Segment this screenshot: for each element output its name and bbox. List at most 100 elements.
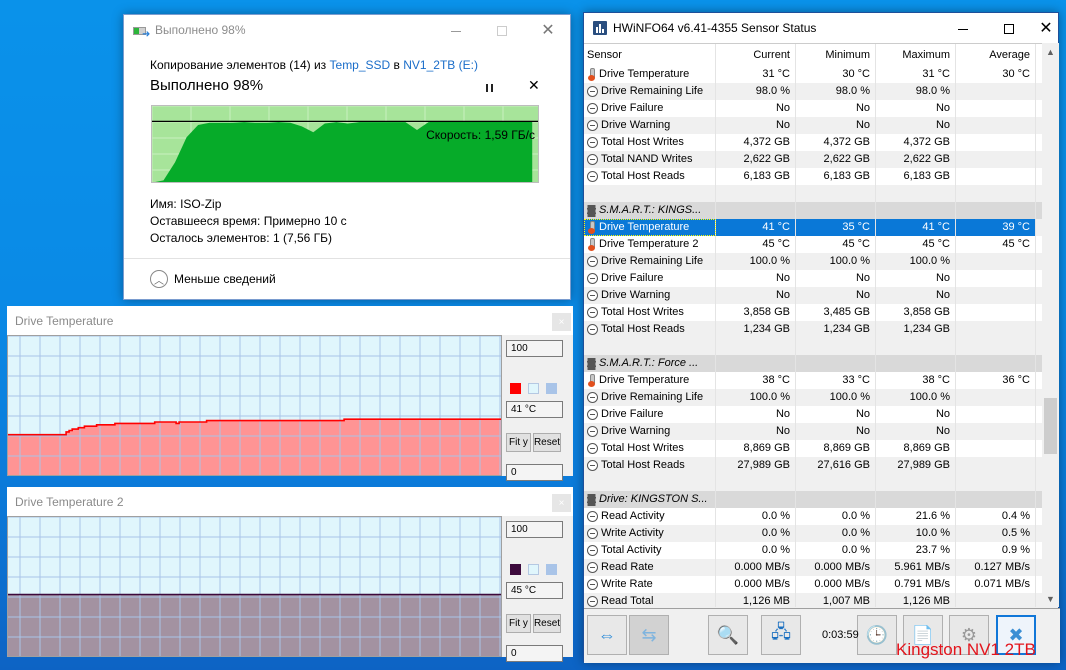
sensor-row[interactable]: Write Activity 0.0 % 0.0 % 10.0 % 0.5 % [584, 525, 1042, 542]
sensor-row[interactable]: Drive Warning No No No [584, 117, 1042, 134]
sensor-row[interactable]: Drive Failure No No No [584, 270, 1042, 287]
empty-cell [956, 474, 1036, 491]
clock-button[interactable]: 🕒 [857, 615, 897, 655]
column-header-average[interactable]: Average [956, 44, 1036, 66]
destination-drive-link[interactable]: NV1_2TB (E:) [403, 58, 478, 72]
line-color-swatch[interactable] [510, 383, 521, 394]
clock-gauge-icon [587, 596, 598, 607]
network-computers-icon: 🖧 [770, 622, 792, 642]
sensor-row[interactable]: Drive Remaining Life 100.0 % 100.0 % 100.0 … [584, 389, 1042, 406]
clock-gauge-icon [587, 256, 598, 267]
empty-cell [716, 474, 796, 491]
sensor-group-row[interactable]: Drive: KINGSTON S... [584, 491, 1042, 508]
sensor-row[interactable]: Drive Temperature 2 45 °C 45 °C 45 °C 45 °C [584, 236, 1042, 253]
minimize-button[interactable] [433, 15, 479, 47]
sensor-row[interactable]: Drive Temperature 41 °C 35 °C 41 °C 39 °C [584, 219, 1042, 236]
background-color-swatch[interactable] [528, 383, 539, 394]
sensor-name-cell: Drive Temperature [584, 372, 716, 389]
sensor-row[interactable]: Total Host Writes 4,372 GB 4,372 GB 4,372 G… [584, 134, 1042, 151]
maximum-value: No [876, 287, 956, 304]
column-header-maximum[interactable]: Maximum [876, 44, 956, 66]
column-header-current[interactable]: Current [716, 44, 796, 66]
close-button[interactable]: ✕ [1032, 13, 1060, 45]
maximum-value: 41 °C [876, 219, 956, 236]
maximize-button[interactable] [479, 15, 525, 47]
cancel-copy-button[interactable]: ✕ [528, 77, 540, 94]
line-color-swatch[interactable] [510, 564, 521, 575]
graph-close-button[interactable]: × [552, 313, 571, 331]
y-min-field[interactable]: 0 [506, 645, 563, 662]
clock-gauge-icon [587, 409, 598, 420]
sensor-rows: Drive Temperature 31 °C 30 °C 31 °C 30 °C Dri… [584, 66, 1042, 607]
grid-color-swatch[interactable] [546, 564, 557, 575]
reset-button[interactable]: Reset [533, 433, 561, 452]
sensor-search-button[interactable]: 🔍 [708, 615, 748, 655]
column-header-minimum[interactable]: Minimum [796, 44, 876, 66]
close-button[interactable]: ✕ [525, 15, 571, 47]
hwinfo-titlebar[interactable]: HWiNFO64 v6.41-4355 Sensor Status ✕ [584, 13, 1058, 43]
sensor-row[interactable]: Drive Failure No No No [584, 406, 1042, 423]
fit-y-button[interactable]: Fit y [506, 433, 531, 452]
scroll-down-icon[interactable]: ▼ [1042, 590, 1059, 607]
sensor-name-cell: Drive Remaining Life [584, 83, 716, 100]
sensor-row[interactable]: Total Host Reads 6,183 GB 6,183 GB 6,183 GB [584, 168, 1042, 185]
sensor-row[interactable]: Drive Remaining Life 98.0 % 98.0 % 98.0 % [584, 83, 1042, 100]
sensor-row[interactable]: Total Host Reads 27,989 GB 27,616 GB 27,989… [584, 457, 1042, 474]
fit-y-button[interactable]: Fit y [506, 614, 531, 633]
sensor-row[interactable]: Drive Temperature 31 °C 30 °C 31 °C 30 °C [584, 66, 1042, 83]
y-max-field[interactable]: 100 [506, 340, 563, 357]
collapse-columns-button[interactable]: ⇆ [629, 615, 669, 655]
average-value [956, 168, 1036, 185]
pause-button[interactable] [482, 81, 496, 95]
sensor-group-row[interactable]: S.M.A.R.T.: Force ... [584, 355, 1042, 372]
expand-columns-button[interactable]: ⇔ [587, 615, 627, 655]
sensor-row[interactable]: Read Activity 0.0 % 0.0 % 21.6 % 0.4 % [584, 508, 1042, 525]
graph-close-button[interactable]: × [552, 494, 571, 512]
graph-window-header[interactable]: Drive Temperature 2 × [7, 487, 573, 516]
network-button[interactable]: 🖧 [761, 615, 801, 655]
clock-gauge-icon [587, 528, 598, 539]
empty-cell [796, 185, 876, 202]
sensor-row[interactable]: Read Rate 0.000 MB/s 0.000 MB/s 5.961 MB/s 0… [584, 559, 1042, 576]
minimum-value: 1,007 MB [796, 593, 876, 607]
background-color-swatch[interactable] [528, 564, 539, 575]
sensor-row[interactable]: Drive Temperature 38 °C 33 °C 38 °C 36 °C [584, 372, 1042, 389]
y-max-field[interactable]: 100 [506, 521, 563, 538]
clock-gauge-icon [587, 154, 598, 165]
graph-window-header[interactable]: Drive Temperature × [7, 306, 573, 335]
sensor-row[interactable]: Drive Remaining Life 100.0 % 100.0 % 100.0 … [584, 253, 1042, 270]
source-folder-link[interactable]: Temp_SSD [330, 58, 391, 72]
sensor-row[interactable]: Write Rate 0.000 MB/s 0.000 MB/s 0.791 MB/s… [584, 576, 1042, 593]
minimum-value: 6,183 GB [796, 168, 876, 185]
minimum-value: 3,485 GB [796, 304, 876, 321]
y-min-field[interactable]: 0 [506, 464, 563, 481]
copy-dialog-titlebar[interactable]: ➜ Выполнено 98% ✕ [124, 15, 570, 47]
minimize-button[interactable] [940, 13, 986, 45]
sensor-row[interactable]: Total Activity 0.0 % 0.0 % 23.7 % 0.9 % [584, 542, 1042, 559]
clock-gauge-icon [587, 307, 598, 318]
sensor-row[interactable]: Drive Failure No No No [584, 100, 1042, 117]
graph-window-title: Drive Temperature 2 [15, 495, 124, 509]
sensor-name-cell: Drive Warning [584, 287, 716, 304]
sensor-group-row[interactable]: S.M.A.R.T.: KINGS... [584, 202, 1042, 219]
scroll-up-icon[interactable]: ▲ [1042, 43, 1059, 60]
sensor-row[interactable]: Total Host Reads 1,234 GB 1,234 GB 1,234 GB [584, 321, 1042, 338]
less-details-button[interactable]: ︿ Меньше сведений [150, 270, 276, 288]
maximize-button[interactable] [986, 13, 1032, 45]
vertical-scrollbar[interactable]: ▲ ▼ [1042, 43, 1059, 607]
minimum-value: 100.0 % [796, 389, 876, 406]
sensor-row[interactable]: Total Host Writes 3,858 GB 3,485 GB 3,858 G… [584, 304, 1042, 321]
scroll-thumb[interactable] [1044, 398, 1057, 454]
reset-button[interactable]: Reset [533, 614, 561, 633]
sensor-row[interactable]: Drive Warning No No No [584, 287, 1042, 304]
sensor-row[interactable]: Drive Warning No No No [584, 423, 1042, 440]
maximum-value: No [876, 117, 956, 134]
column-header-sensor[interactable]: Sensor [584, 44, 716, 66]
sensor-row[interactable]: Total NAND Writes 2,622 GB 2,622 GB 2,622 G… [584, 151, 1042, 168]
empty-cell [956, 185, 1036, 202]
minimum-value: 45 °C [796, 236, 876, 253]
grid-color-swatch[interactable] [546, 383, 557, 394]
sensor-row[interactable]: Read Total 1,126 MB 1,007 MB 1,126 MB [584, 593, 1042, 607]
average-value [956, 423, 1036, 440]
sensor-row[interactable]: Total Host Writes 8,869 GB 8,869 GB 8,869 G… [584, 440, 1042, 457]
